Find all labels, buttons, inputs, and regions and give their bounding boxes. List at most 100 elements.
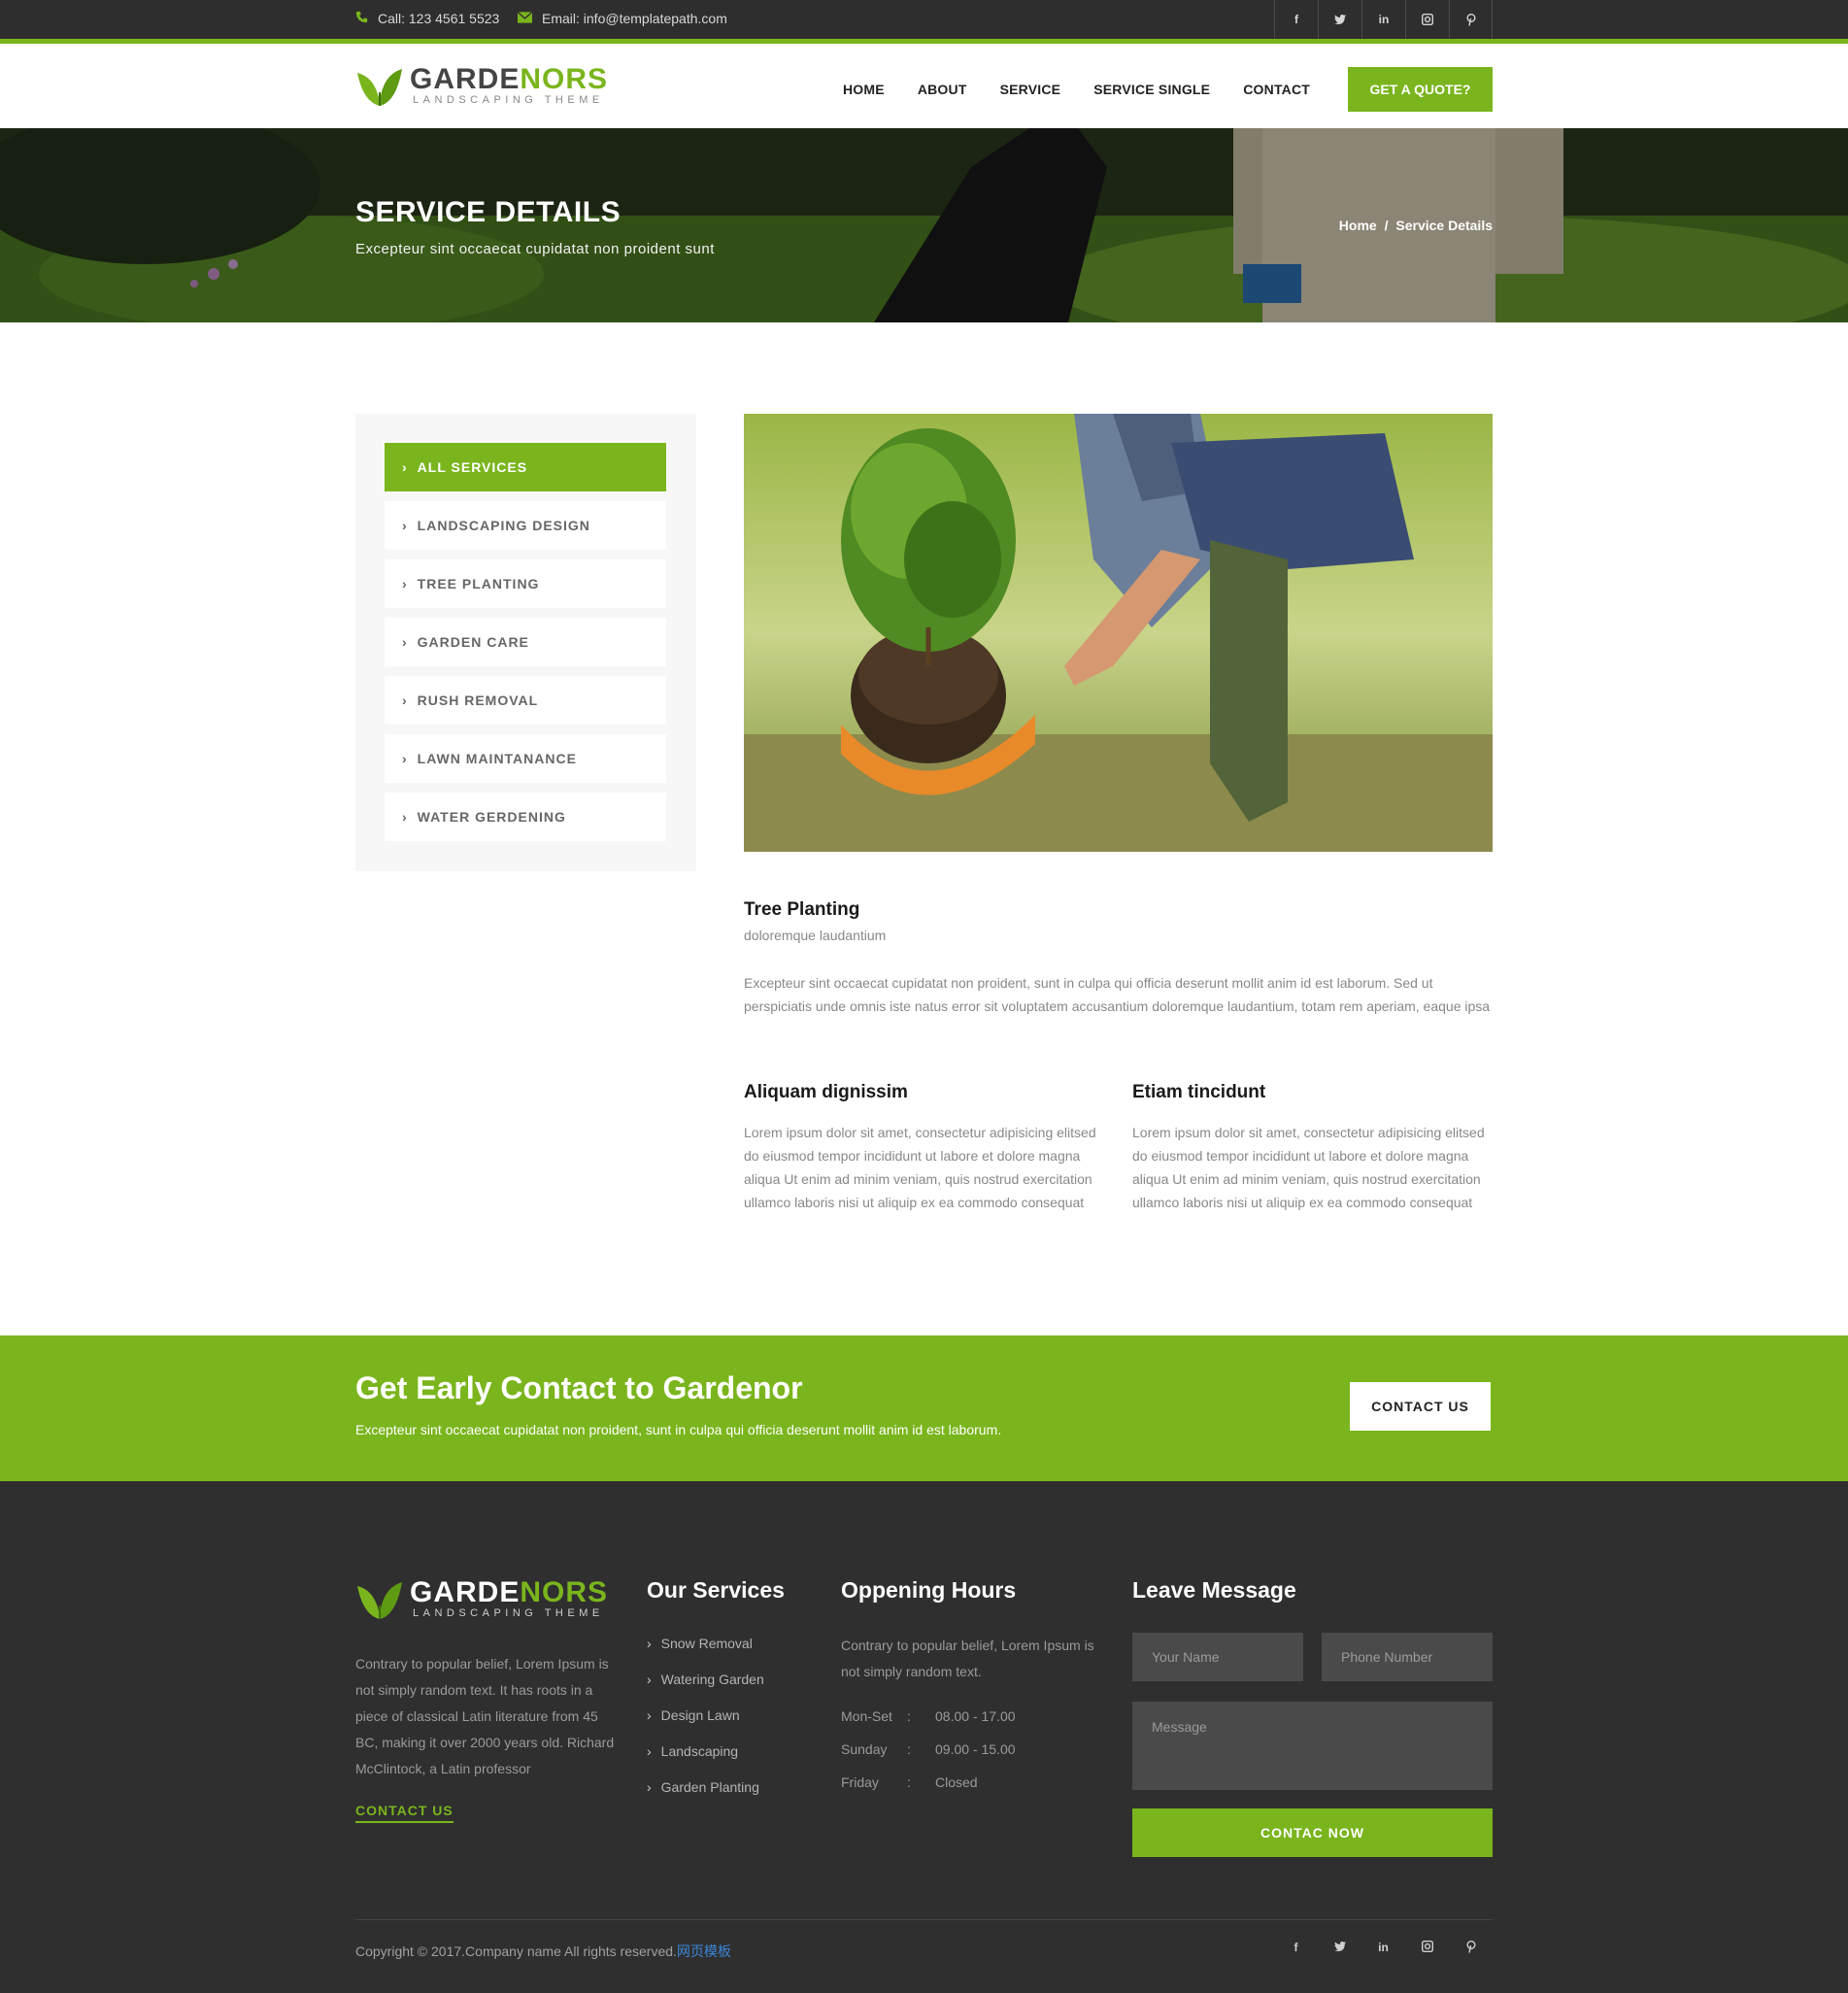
footer-message-textarea[interactable] (1132, 1702, 1493, 1790)
instagram-icon[interactable] (1405, 1940, 1449, 1956)
top-bar: Call: 123 4561 5523 Email: info@template… (0, 0, 1848, 39)
sidebar-item-lawn-maintanance[interactable]: › LAWN MAINTANANCE (385, 734, 666, 783)
footer-service-link[interactable]: › Snow Removal (647, 1636, 764, 1672)
cta-contact-button[interactable]: CONTACT US (1350, 1382, 1491, 1431)
cta-title: Get Early Contact to Gardenor (355, 1370, 803, 1405)
top-email[interactable]: Email: info@templatepath.com (517, 11, 727, 26)
cta-text: Excepteur sint occaecat cupidatat non pr… (355, 1422, 1002, 1437)
get-quote-button[interactable]: GET A QUOTE? (1348, 67, 1493, 112)
top-phone[interactable]: Call: 123 4561 5523 (355, 11, 499, 26)
twitter-icon[interactable] (1318, 0, 1361, 39)
service-subtitle: doloremque laudantium (744, 928, 887, 943)
footer-message-title: Leave Message (1132, 1577, 1296, 1603)
sidebar-item-rush-removal[interactable]: › RUSH REMOVAL (385, 676, 666, 725)
leaf-logo-icon (357, 1582, 402, 1619)
footer-phone-input[interactable] (1322, 1633, 1493, 1681)
nav-about[interactable]: ABOUT (918, 82, 967, 97)
sidebar-item-water-gerdening[interactable]: › WATER GERDENING (385, 793, 666, 841)
column-two-text: Lorem ipsum dolor sit amet, consectetur … (1132, 1125, 1485, 1210)
chevron-right-icon: › (647, 1743, 652, 1759)
sidebar-item-label: WATER GERDENING (417, 809, 566, 825)
copyright-text: Copyright © 2017.Company name All rights… (355, 1943, 677, 1959)
page-subtitle: Excepteur sint occaecat cupidatat non pr… (355, 241, 715, 257)
footer-divider (355, 1919, 1493, 1920)
footer-submit-button[interactable]: CONTAC NOW (1132, 1808, 1493, 1857)
twitter-icon[interactable] (1318, 1941, 1361, 1956)
page-title: SERVICE DETAILS (355, 196, 622, 228)
nav-contact[interactable]: CONTACT (1243, 82, 1310, 97)
hours-row: Sunday:09.00 - 15.00 (841, 1741, 1016, 1757)
footer-hours-title: Oppening Hours (841, 1577, 1017, 1603)
sidebar-item-label: TREE PLANTING (417, 576, 540, 591)
footer-service-link[interactable]: › Design Lawn (647, 1707, 764, 1743)
sidebar-item-label: LAWN MAINTANANCE (417, 751, 577, 766)
footer-logo-name-light: GARDE (410, 1576, 521, 1608)
footer-about-text: Contrary to popular belief, Lorem Ipsum … (355, 1656, 615, 1776)
instagram-icon[interactable] (1405, 0, 1449, 39)
nav-home[interactable]: HOME (843, 82, 885, 97)
hours-row: Mon-Set:08.00 - 17.00 (841, 1708, 1016, 1724)
sidebar-item-tree-planting[interactable]: › TREE PLANTING (385, 559, 666, 608)
copyright: Copyright © 2017.Company name All rights… (355, 1942, 731, 1961)
page-banner: SERVICE DETAILS Excepteur sint occaecat … (0, 128, 1848, 322)
logo-name-green: NORS (520, 63, 609, 95)
footer-service-link[interactable]: › Watering Garden (647, 1672, 764, 1707)
service-title: Tree Planting (744, 899, 860, 920)
linkedin-icon[interactable]: in (1361, 1941, 1405, 1956)
nav-service-single[interactable]: SERVICE SINGLE (1093, 82, 1210, 97)
footer-logo[interactable]: GARDENORS LANDSCAPING THEME (355, 1576, 608, 1621)
site-header: GARDENORS LANDSCAPING THEME HOME ABOUT S… (0, 44, 1848, 128)
linkedin-icon[interactable]: in (1361, 0, 1405, 39)
breadcrumb-separator: / (1384, 218, 1389, 233)
envelope-icon (517, 11, 533, 26)
sidebar-item-all-services[interactable]: › ALL SERVICES (385, 443, 666, 491)
pinterest-icon[interactable] (1449, 0, 1493, 39)
main-nav: HOME ABOUT SERVICE SERVICE SINGLE CONTAC… (843, 82, 1343, 97)
footer-services-title: Our Services (647, 1577, 785, 1603)
column-two-title: Etiam tincidunt (1132, 1082, 1266, 1102)
footer-name-input[interactable] (1132, 1633, 1303, 1681)
sidebar-item-landscaping-design[interactable]: › LANDSCAPING DESIGN (385, 501, 666, 550)
sidebar-item-label: LANDSCAPING DESIGN (417, 518, 590, 533)
chevron-right-icon: › (402, 518, 408, 533)
top-social-links: f in (1274, 0, 1493, 39)
facebook-icon[interactable]: f (1274, 0, 1318, 39)
nav-service[interactable]: SERVICE (1000, 82, 1061, 97)
breadcrumb-home[interactable]: Home (1339, 218, 1377, 233)
footer-services-list: › Snow Removal › Watering Garden › Design L… (647, 1636, 764, 1815)
chevron-right-icon: › (647, 1636, 652, 1651)
footer-contact-link[interactable]: CONTACT US (355, 1803, 454, 1823)
footer-logo-tagline: LANDSCAPING THEME (413, 1607, 604, 1619)
chevron-right-icon: › (647, 1779, 652, 1795)
footer-service-link[interactable]: › Landscaping (647, 1743, 764, 1779)
cta-section: Get Early Contact to Gardenor Excepteur … (0, 1335, 1848, 1481)
breadcrumb-current: Service Details (1395, 218, 1493, 233)
top-email-text: Email: info@templatepath.com (542, 11, 727, 26)
logo-name-dark: GARDE (410, 63, 521, 95)
hours-row: Friday: Closed (841, 1774, 978, 1790)
footer-social-links: f in (1274, 1940, 1493, 1956)
sidebar-item-label: GARDEN CARE (417, 634, 529, 650)
column-one-title: Aliquam dignissim (744, 1082, 908, 1102)
facebook-icon[interactable]: f (1274, 1941, 1318, 1956)
footer-service-link[interactable]: › Garden Planting (647, 1779, 764, 1815)
footer-hours-text: Contrary to popular belief, Lorem Ipsum … (841, 1638, 1094, 1679)
services-sidebar: › ALL SERVICES › LANDSCAPING DESIGN › TR… (355, 414, 696, 871)
phone-icon (355, 11, 368, 26)
sidebar-item-garden-care[interactable]: › GARDEN CARE (385, 618, 666, 666)
site-logo[interactable]: GARDENORS LANDSCAPING THEME (355, 63, 608, 108)
sidebar-item-label: RUSH REMOVAL (417, 692, 539, 708)
sidebar-item-label: ALL SERVICES (417, 459, 528, 475)
chevron-right-icon: › (402, 692, 408, 708)
copyright-link[interactable]: 网页模板 (677, 1943, 731, 1959)
leaf-logo-icon (357, 69, 402, 106)
service-image (744, 414, 1493, 852)
chevron-right-icon: › (402, 576, 408, 591)
top-phone-text: Call: 123 4561 5523 (378, 11, 500, 26)
pinterest-icon[interactable] (1449, 1941, 1493, 1956)
breadcrumb: Home / Service Details (1339, 218, 1493, 233)
footer-logo-name-green: NORS (520, 1576, 609, 1608)
banner-overlay (0, 128, 1848, 322)
chevron-right-icon: › (647, 1672, 652, 1687)
column-one-text: Lorem ipsum dolor sit amet, consectetur … (744, 1125, 1096, 1210)
